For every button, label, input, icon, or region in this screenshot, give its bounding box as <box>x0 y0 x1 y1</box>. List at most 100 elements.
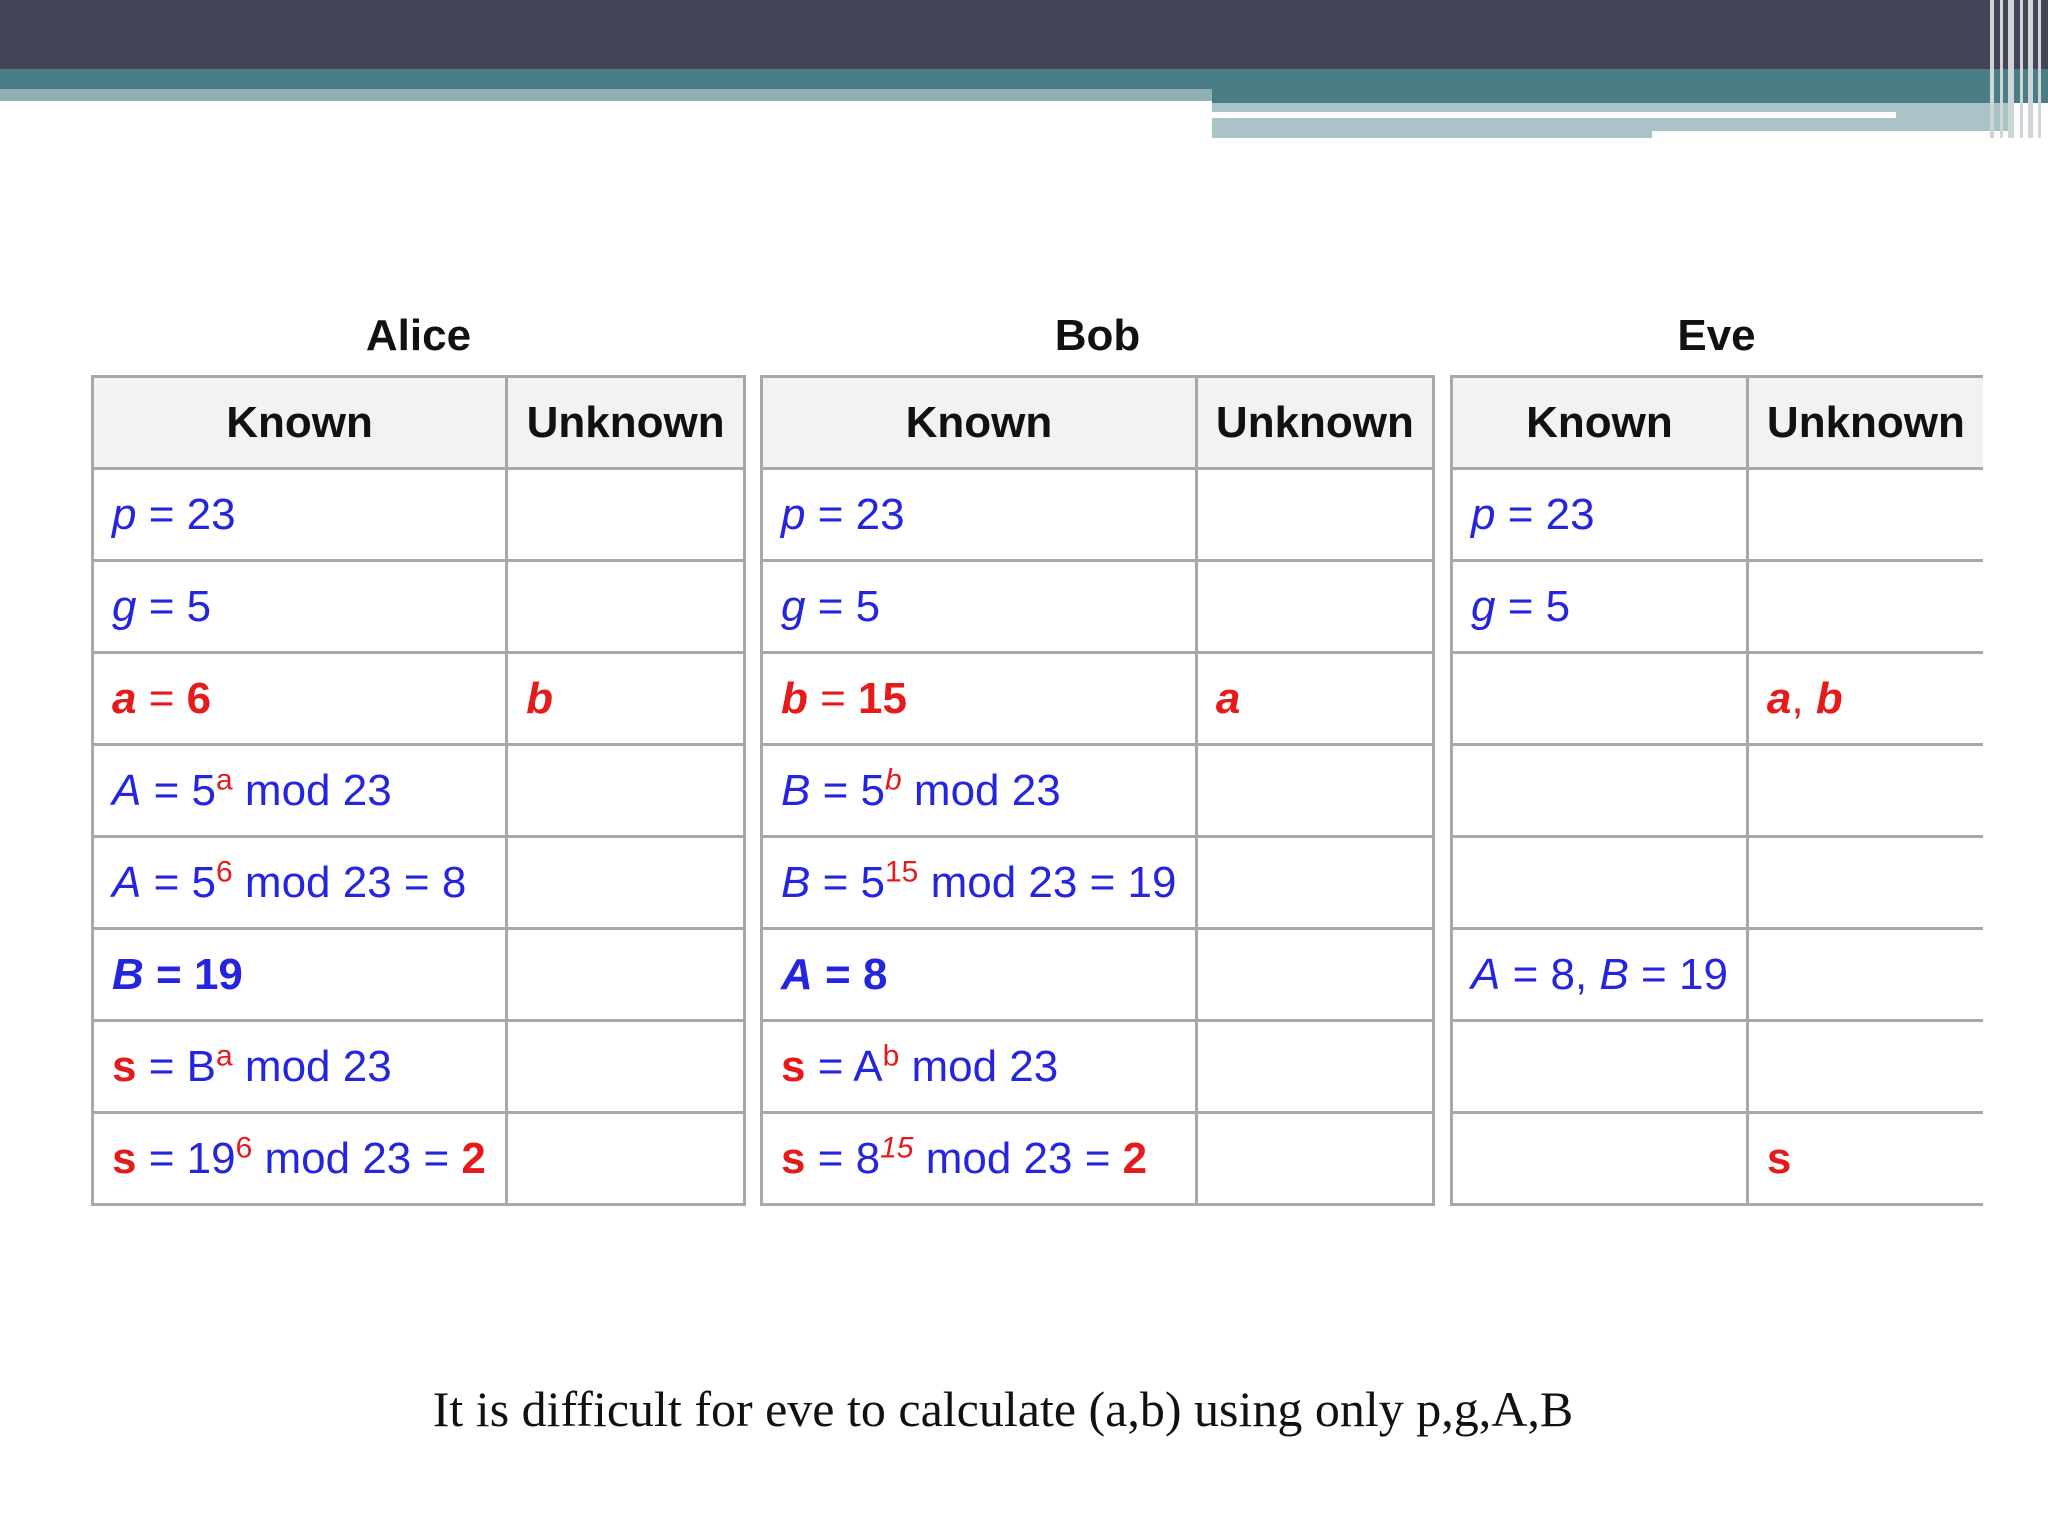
equals: = <box>805 581 856 631</box>
value: 19 <box>1678 949 1728 999</box>
table-row: p = 23 <box>1450 467 1983 562</box>
mod-text: mod 23 <box>899 1041 1059 1091</box>
cell-unknown <box>1194 835 1436 930</box>
var-p: p <box>1471 489 1496 539</box>
cell-unknown <box>505 1111 746 1206</box>
header-divider-line <box>1212 112 1896 118</box>
equals: = <box>1495 581 1546 631</box>
table-row: A = 56 mod 23 = 8 <box>90 835 746 930</box>
mod-text: mod 23 = <box>232 857 442 907</box>
value: 23 <box>855 489 905 539</box>
table-row: A = 8, B = 19 <box>1450 927 1983 1022</box>
header-accent-bar-right <box>1212 89 2048 103</box>
table-row: s = 815 mod 23 = 2 <box>760 1111 1436 1206</box>
var-p: p <box>112 489 137 539</box>
table-row: a, b <box>1450 651 1983 746</box>
var-g: g <box>1471 581 1496 631</box>
header-accent-bar-light <box>0 89 1212 101</box>
var-a: a <box>1766 673 1792 723</box>
cell-known: A = 8 <box>760 927 1198 1022</box>
header-accent-bar <box>0 69 2048 89</box>
header-stripes <box>1988 0 2048 138</box>
value: 5 <box>855 581 881 631</box>
equals: = <box>136 489 187 539</box>
table-row: A = 8 <box>760 927 1436 1022</box>
var-B: B <box>781 765 811 815</box>
exponent: 6 <box>216 854 233 888</box>
cell-unknown <box>505 835 746 930</box>
table-header-row: Known Unknown <box>760 375 1436 470</box>
equals: = <box>141 857 192 907</box>
cell-unknown <box>1194 927 1436 1022</box>
cell-unknown <box>1745 927 1983 1022</box>
cell-known: A = 8, B = 19 <box>1450 927 1749 1022</box>
cell-unknown: a <box>1194 651 1436 746</box>
var-p: p <box>781 489 806 539</box>
var-A: A <box>781 949 813 999</box>
eve-table: Known Unknown p = 23 g = 5 a, b A = 8, B… <box>1450 375 1983 1206</box>
bob-title: Bob <box>1054 311 1141 360</box>
equals: = <box>1500 949 1551 999</box>
value: 5 <box>191 765 216 815</box>
table-row: a = 6 b <box>90 651 746 746</box>
equals: = <box>805 1133 856 1183</box>
cell-known: s = 815 mod 23 = 2 <box>760 1111 1198 1206</box>
equals: = <box>812 949 863 999</box>
mod-text: mod 23 = <box>252 1133 462 1183</box>
unknown-header: Unknown <box>1194 375 1436 470</box>
var-A: A <box>112 857 142 907</box>
unknown-header: Unknown <box>505 375 746 470</box>
cell-unknown <box>1745 1019 1983 1114</box>
equals: = <box>807 673 859 723</box>
cell-unknown <box>505 1019 746 1114</box>
known-header: Known <box>90 375 509 470</box>
var-s: s <box>112 1041 137 1091</box>
cell-known: B = 515 mod 23 = 19 <box>760 835 1198 930</box>
table-row: s = Ab mod 23 <box>760 1019 1436 1114</box>
cell-known: p = 23 <box>90 467 509 562</box>
value: 5 <box>186 581 212 631</box>
alice-title: Alice <box>365 311 472 360</box>
table-row: g = 5 <box>760 559 1436 654</box>
table-row: s = 196 mod 23 = 2 <box>90 1111 746 1206</box>
value: 5 <box>860 765 885 815</box>
comma: , <box>1575 949 1600 999</box>
value: 2 <box>461 1133 486 1183</box>
known-header: Known <box>760 375 1198 470</box>
exponent: 15 <box>880 1130 914 1164</box>
equals: = <box>805 489 856 539</box>
header-divider-line-2 <box>1652 131 2022 138</box>
cell-unknown: b <box>505 651 746 746</box>
var-s: s <box>1766 1133 1792 1183</box>
equals: = <box>805 1041 854 1091</box>
exponent: b <box>882 1038 900 1072</box>
cell-known: s = 196 mod 23 = 2 <box>90 1111 509 1206</box>
eve-title: Eve <box>1677 311 1756 360</box>
value: 5 <box>860 857 885 907</box>
value: 8 <box>441 857 467 907</box>
cell-known: s = Ab mod 23 <box>760 1019 1198 1114</box>
comma: , <box>1791 673 1816 723</box>
var-b: b <box>1815 673 1843 723</box>
table-header-row: Known Unknown <box>90 375 746 470</box>
alice-table: Known Unknown p = 23 g = 5 a = 6 b A = 5… <box>90 375 746 1206</box>
value: 8 <box>1550 949 1575 999</box>
var-b: b <box>781 673 808 723</box>
value: 2 <box>1122 1133 1148 1183</box>
table-row: g = 5 <box>90 559 746 654</box>
cell-known: g = 5 <box>1450 559 1749 654</box>
var-g: g <box>781 581 806 631</box>
table-row: g = 5 <box>1450 559 1983 654</box>
table-row: B = 5b mod 23 <box>760 743 1436 838</box>
table-row <box>1450 743 1983 838</box>
value: 23 <box>1545 489 1595 539</box>
table-row: A = 5a mod 23 <box>90 743 746 838</box>
mod-text: mod 23 <box>232 765 392 815</box>
value: 5 <box>1545 581 1571 631</box>
var-a: a <box>112 673 137 723</box>
var-s: s <box>781 1133 806 1183</box>
var-B: B <box>112 949 144 999</box>
cell-known: A = 56 mod 23 = 8 <box>90 835 509 930</box>
table-row: s = Ba mod 23 <box>90 1019 746 1114</box>
cell-known: a = 6 <box>90 651 509 746</box>
